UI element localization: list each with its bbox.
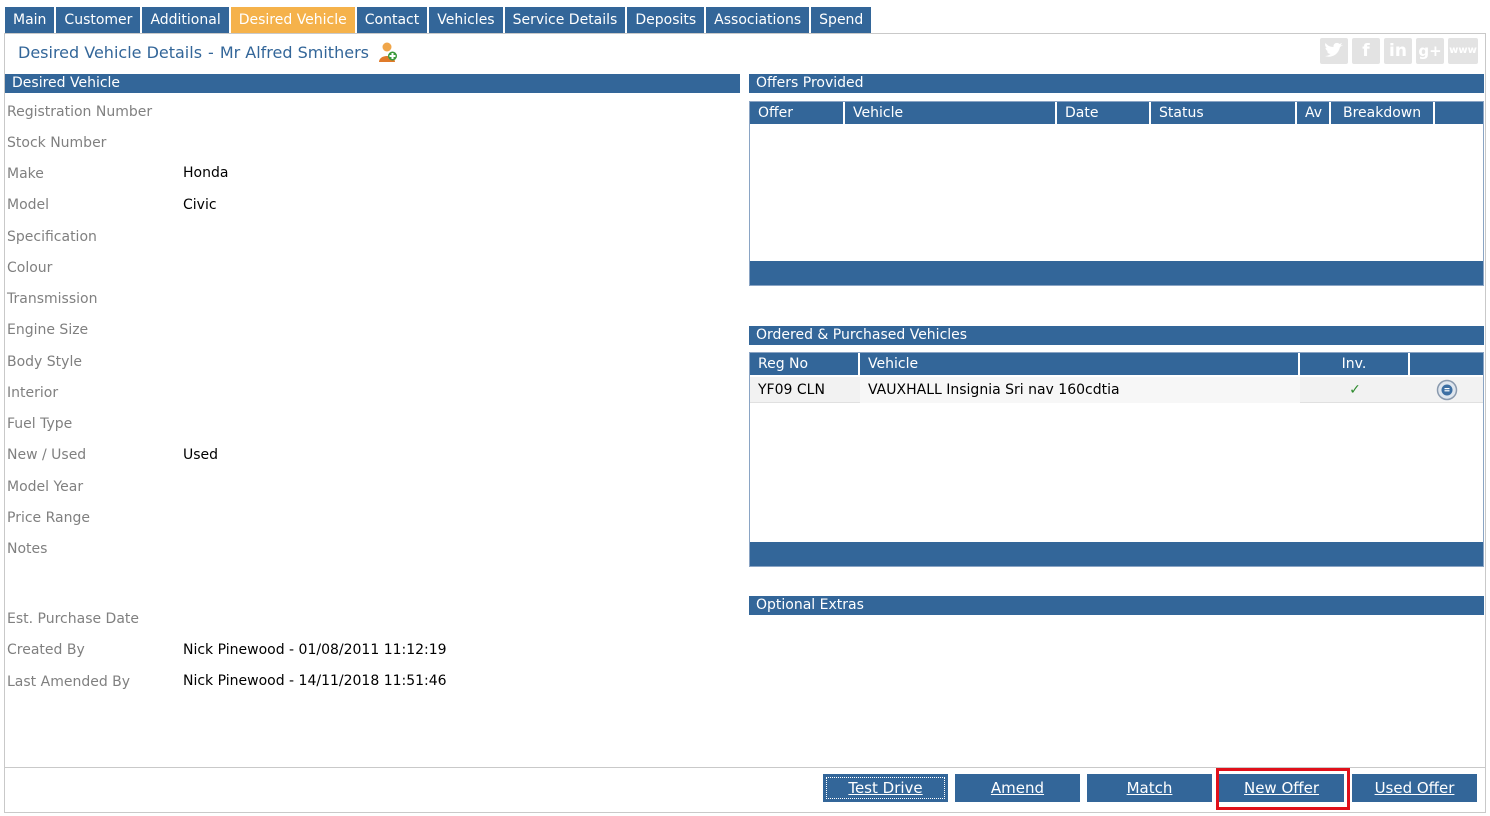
offers-grid: Offer Vehicle Date Status Av Breakdown (749, 101, 1484, 286)
field-label-created-by: Created By (7, 642, 85, 658)
tab-additional[interactable]: Additional (142, 7, 229, 33)
field-label-transmission: Transmission (7, 291, 98, 307)
field-label-specification: Specification (7, 229, 97, 245)
column-header-breakdown[interactable]: Breakdown (1331, 102, 1435, 124)
amend-button[interactable]: Amend (955, 774, 1080, 802)
tab-vehicles[interactable]: Vehicles (429, 7, 503, 33)
ordered-vehicles-grid: Reg No Vehicle Inv. YF09 CLN VAUXHALL In… (749, 352, 1484, 567)
column-header-av[interactable]: Av (1297, 102, 1331, 124)
tab-bar: Main Customer Additional Desired Vehicle… (5, 7, 873, 33)
field-label-colour: Colour (7, 260, 53, 276)
column-header-status[interactable]: Status (1151, 102, 1297, 124)
field-label-notes: Notes (7, 541, 48, 557)
field-label-fuel-type: Fuel Type (7, 416, 73, 432)
page-title: Desired Vehicle Details - Mr Alfred Smithe… (18, 43, 369, 62)
tab-spend[interactable]: Spend (811, 7, 872, 33)
tab-desired-vehicle[interactable]: Desired Vehicle (230, 7, 355, 33)
field-label-registration-number: Registration Number (7, 104, 153, 120)
ordered-grid-header: Reg No Vehicle Inv. (750, 353, 1483, 375)
column-header-offers-actions (1435, 102, 1483, 124)
googleplus-icon[interactable]: g+ (1416, 38, 1444, 64)
cell-reg-no: YF09 CLN (758, 382, 825, 398)
used-offer-button[interactable]: Used Offer (1352, 774, 1477, 802)
cell-vehicle: VAUXHALL Insignia Sri nav 160cdtia (860, 377, 1300, 403)
field-value-last-amended-by: Nick Pinewood - 14/11/2018 11:51:46 (183, 673, 447, 689)
optional-extras-heading: Optional Extras (749, 596, 1484, 615)
field-value-make: Honda (183, 165, 229, 181)
field-label-interior: Interior (7, 385, 59, 401)
tab-customer[interactable]: Customer (56, 7, 141, 33)
offers-heading: Offers Provided (749, 74, 1484, 93)
field-label-engine-size: Engine Size (7, 322, 89, 338)
column-header-date[interactable]: Date (1057, 102, 1151, 124)
table-row[interactable]: YF09 CLN VAUXHALL Insignia Sri nav 160cd… (750, 377, 1483, 403)
test-drive-button[interactable]: Test Drive (823, 774, 948, 802)
title-separator: - (208, 43, 214, 62)
field-label-stock-number: Stock Number (7, 135, 107, 151)
tab-deposits[interactable]: Deposits (627, 7, 705, 33)
field-label-make: Make (7, 166, 44, 182)
person-add-icon[interactable] (378, 41, 398, 63)
field-label-est-purchase-date: Est. Purchase Date (7, 611, 140, 627)
field-value-model: Civic (183, 197, 217, 213)
column-header-vehicle[interactable]: Vehicle (845, 102, 1057, 124)
tab-associations[interactable]: Associations (706, 7, 810, 33)
field-value-created-by: Nick Pinewood - 01/08/2011 11:12:19 (183, 642, 447, 658)
column-header-offer[interactable]: Offer (750, 102, 845, 124)
ordered-grid-footer (750, 542, 1483, 566)
facebook-icon[interactable]: f (1352, 38, 1380, 64)
tab-contact[interactable]: Contact (356, 7, 428, 33)
linkedin-icon[interactable]: in (1384, 38, 1412, 64)
twitter-icon[interactable] (1320, 38, 1348, 64)
field-label-body-style: Body Style (7, 354, 82, 370)
ordered-vehicles-heading: Ordered & Purchased Vehicles (749, 326, 1484, 345)
column-header-ordered-actions (1410, 353, 1483, 375)
field-value-new-used: Used (183, 447, 219, 463)
tab-service-details[interactable]: Service Details (504, 7, 626, 33)
match-button[interactable]: Match (1087, 774, 1212, 802)
offers-grid-header: Offer Vehicle Date Status Av Breakdown (750, 102, 1483, 124)
column-header-ordered-vehicle[interactable]: Vehicle (860, 353, 1300, 375)
field-label-model: Model (7, 197, 50, 213)
column-header-inv[interactable]: Inv. (1300, 353, 1410, 375)
field-label-model-year: Model Year (7, 479, 84, 495)
field-label-new-used: New / Used (7, 447, 87, 463)
desired-vehicle-heading: Desired Vehicle (5, 74, 740, 93)
customer-name: Mr Alfred Smithers (219, 43, 369, 62)
website-icon[interactable]: www (1448, 38, 1478, 64)
tab-main[interactable]: Main (5, 7, 55, 33)
check-icon: ✓ (1349, 382, 1361, 398)
offers-grid-footer (750, 261, 1483, 285)
details-icon[interactable] (1410, 377, 1483, 403)
column-header-reg-no[interactable]: Reg No (750, 353, 860, 375)
new-offer-highlight (1216, 768, 1350, 810)
page-title-text: Desired Vehicle Details (18, 43, 203, 62)
field-label-price-range: Price Range (7, 510, 90, 526)
field-label-last-amended-by: Last Amended By (7, 674, 131, 690)
